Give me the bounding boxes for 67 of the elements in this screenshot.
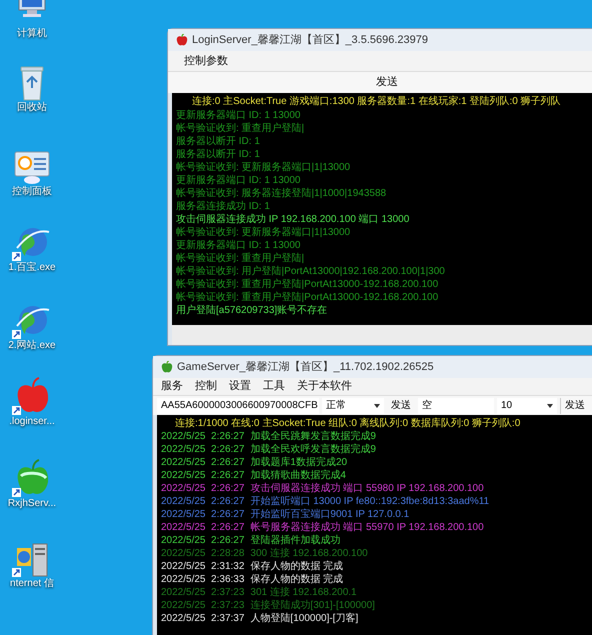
log-timestamp: 2022/5/25 2:26:27 <box>161 456 244 469</box>
log-timestamp: 2022/5/25 2:26:27 <box>161 443 244 456</box>
log-line: 服务器连接成功 ID: 1 <box>176 200 271 213</box>
log-line: 帐号验证收到: 用户登陆|PortAt13000|192.168.200.100|1|300 <box>176 265 446 278</box>
log-message: 加载题库1数据完成20 <box>250 456 348 469</box>
log-timestamp: 2022/5/25 2:31:32 <box>161 560 244 573</box>
menu-item[interactable]: 设置 <box>229 378 251 395</box>
log-message: 保存人物的数据 完成 <box>250 573 344 586</box>
log-message: 300 连接 192.168.200.100 <box>250 547 368 560</box>
send-button[interactable]: 发送 <box>368 74 406 91</box>
menu-item[interactable]: 工具 <box>263 378 285 395</box>
log-message: 加载全民欢呼发言数据完成9 <box>250 443 376 456</box>
log-timestamp: 2022/5/25 2:26:27 <box>161 482 244 495</box>
log-timestamp: 2022/5/25 2:36:33 <box>161 573 244 586</box>
log-line: 更新服务器端口 ID: 1 13000 <box>176 239 302 252</box>
mode-dropdown[interactable]: 正常 <box>322 398 384 414</box>
log-timestamp: 2022/5/25 2:26:27 <box>161 534 244 547</box>
log-line: 帐号验证收到: 服务器连接登陆|1|1000|1943588 <box>176 187 388 200</box>
log-message: 开始监听端口 13000 IP fe80::192:3fbe:8d13:3aad%11 <box>250 495 490 508</box>
status-line: 连接:0 主Socket:True 游戏端口:1300 服务器数量:1 在线玩家:1 登陆列队:0 狮子列队 <box>191 95 562 109</box>
log-timestamp: 2022/5/25 2:28:28 <box>161 547 244 560</box>
target-field[interactable]: 空 <box>418 398 494 414</box>
log-message: 帐号服务器连接成功 端口 55970 IP 192.168.200.100 <box>250 521 484 534</box>
log-line: 帐号验证收到: 重查用户登陆|PortAt13000-192.168.200.100 <box>176 291 440 304</box>
log-message: 加载猜歌曲数据完成4 <box>250 469 346 482</box>
log-line: 服务器以断开 ID: 1 <box>176 135 261 148</box>
log-line: 帐号验证收到: 重查用户登陆|PortAt13000-192.168.200.100 <box>176 278 440 291</box>
log-line: 帐号验证收到: 重查用户登陆| <box>176 122 306 135</box>
send-button[interactable]: 发送 <box>560 398 589 414</box>
log-line: 攻击伺服器连接成功 IP 192.168.200.100 端口 13000 <box>176 213 410 226</box>
log-message: 保存人物的数据 完成 <box>250 560 344 573</box>
status-line: 连接:1/1000 在线:0 主Socket:True 组队:0 离线队列:0 数据库队列:0 狮子列队:0 <box>174 417 522 430</box>
window-title: LoginServer_馨馨江湖【首区】_3.5.5696.23979 <box>192 32 428 48</box>
log-message: 加载全民跳舞发言数据完成9 <box>250 430 376 443</box>
log-message: 攻击伺服器连接成功 端口 55980 IP 192.168.200.100 <box>250 482 484 495</box>
window-title: GameServer_馨馨江湖【首区】_11.702.1902.26525 <box>177 360 434 375</box>
log-line: 用户登陆[a576209733]账号不存在 <box>176 304 328 317</box>
count-dropdown[interactable]: 10 <box>497 398 557 414</box>
log-message: 连接登陆成功[301]-[100000] <box>250 599 375 612</box>
menu-item[interactable]: 关于本软件 <box>297 378 352 395</box>
log-timestamp: 2022/5/25 2:37:23 <box>161 586 244 599</box>
log-line: 帐号验证收到: 更新服务器端口|1|13000 <box>176 161 352 174</box>
log-timestamp: 2022/5/25 2:26:27 <box>161 469 244 482</box>
log-timestamp: 2022/5/25 2:26:27 <box>161 495 244 508</box>
caret-icon <box>547 404 553 408</box>
log-timestamp: 2022/5/25 2:26:27 <box>161 508 244 521</box>
menu-item[interactable]: 服务 <box>161 378 183 395</box>
send-button[interactable]: 发送 <box>387 398 415 414</box>
log-message: 人物登陆[100000]-[刀客] <box>250 612 358 625</box>
log-message: 301 连接 192.168.200.1 <box>250 586 357 599</box>
log-message: 登陆器插件加载成功 <box>250 534 340 547</box>
log-timestamp: 2022/5/25 2:26:27 <box>161 521 244 534</box>
caret-icon <box>374 404 380 408</box>
log-line: 帐号验证收到: 重查用户登陆| <box>176 252 306 265</box>
apple-icon <box>161 361 173 373</box>
log-line: 服务器以断开 ID: 1 <box>176 148 261 161</box>
log-timestamp: 2022/5/25 2:37:37 <box>161 612 244 625</box>
apple-icon <box>176 34 188 46</box>
packet-field[interactable]: AA55A6000003006600970008CFB <box>157 398 319 414</box>
log-line: 更新服务器端口 ID: 1 13000 <box>176 109 302 122</box>
log-timestamp: 2022/5/25 2:37:23 <box>161 599 244 612</box>
log-message: 开始监听百宝端口9001 IP 127.0.0.1 <box>250 508 410 521</box>
log-line: 更新服务器端口 ID: 1 13000 <box>176 174 302 187</box>
log-timestamp: 2022/5/25 2:26:27 <box>161 430 244 443</box>
log-line: 帐号验证收到: 更新服务器端口|1|13000 <box>176 226 352 239</box>
menu-item[interactable]: 控制 <box>195 378 217 395</box>
menu-item[interactable]: 控制参数 <box>184 52 228 70</box>
